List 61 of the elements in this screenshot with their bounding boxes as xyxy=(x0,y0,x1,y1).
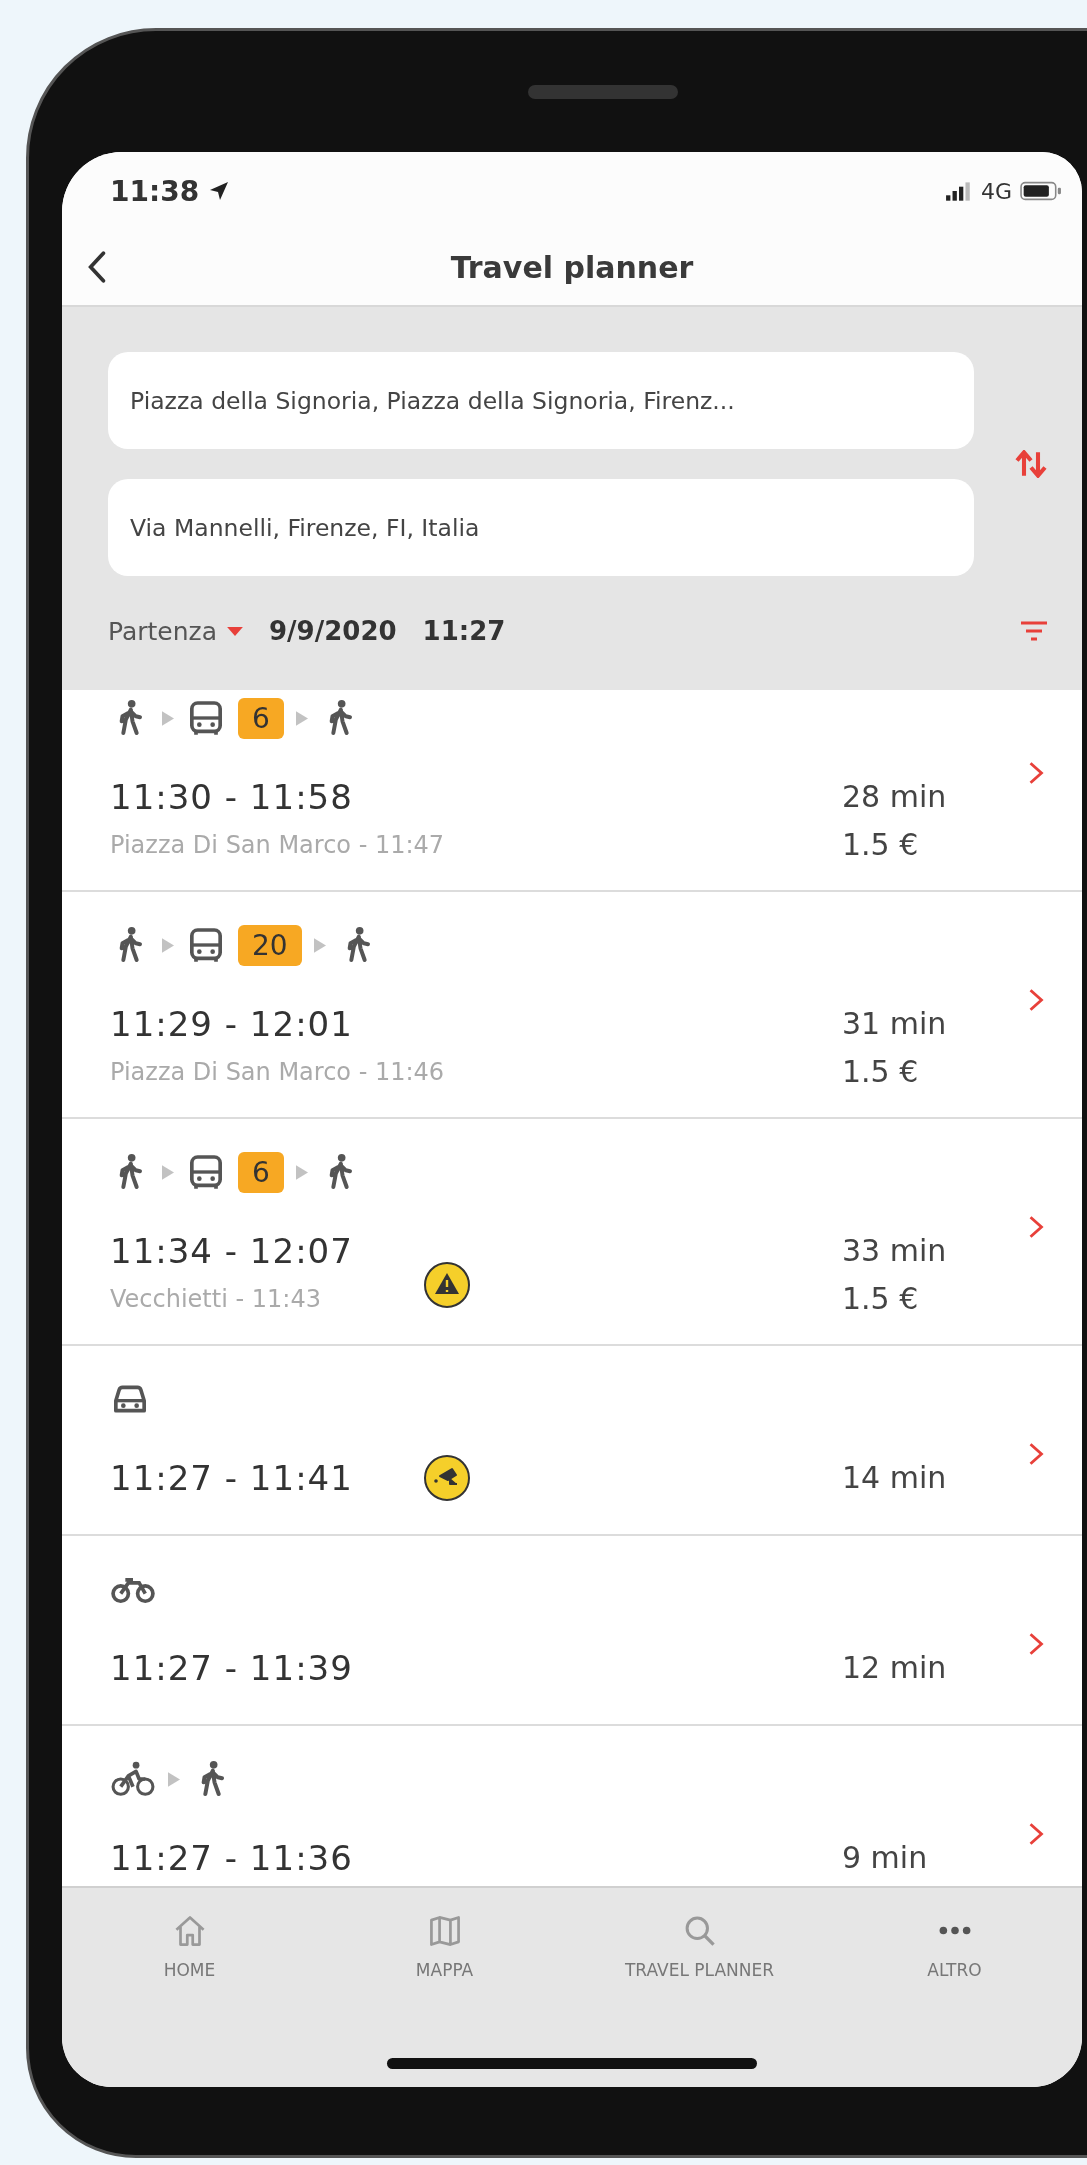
trip-duration: 33 min xyxy=(842,1232,948,1270)
filter-button[interactable] xyxy=(1018,619,1050,643)
route-times: 11:27 - 11:36 xyxy=(110,1837,353,1880)
route-times: 11:27 - 11:39 xyxy=(110,1647,353,1690)
destination-field[interactable]: Via Mannelli, Firenze, FI, Italia xyxy=(108,479,974,576)
speed-camera-icon xyxy=(422,1454,471,1502)
boarding-stop: Vecchietti - 11:43 xyxy=(110,1284,322,1314)
bus-line-badge: 20 xyxy=(238,924,302,966)
route-option[interactable]: 6 11:34 - 12:07 Vecchietti - 11:43 33 min 1.5 € xyxy=(62,1119,1082,1346)
leg-arrow-icon xyxy=(313,937,326,953)
chevron-right-icon xyxy=(1028,1442,1044,1466)
departure-mode-dropdown[interactable]: Partenza xyxy=(108,616,244,646)
leg-arrow-icon xyxy=(162,937,174,953)
route-times: 11:34 - 12:07 xyxy=(110,1230,353,1273)
leg-arrow-icon xyxy=(162,1164,174,1180)
screen-title: Travel planner xyxy=(450,250,694,285)
trip-duration: 14 min xyxy=(842,1459,948,1497)
route-times: 11:30 - 11:58 xyxy=(110,776,354,819)
caret-down-icon xyxy=(227,626,244,636)
ticket-price: 1.5 € xyxy=(842,1057,920,1087)
route-option[interactable]: 20 11:29 - 12:01 Piazza Di San Marco - 11:46 31 min 1.5 € xyxy=(62,892,1082,1119)
warning-icon xyxy=(422,1261,471,1309)
ticket-price: 1.5 € xyxy=(842,1284,920,1314)
trip-duration: 28 min xyxy=(842,778,948,816)
chevron-right-icon xyxy=(1028,761,1044,785)
leg-arrow-icon xyxy=(168,1771,180,1787)
network-type: 4G xyxy=(980,178,1012,204)
signal-icon xyxy=(944,180,973,202)
route-times: 11:27 - 11:41 xyxy=(110,1457,353,1500)
leg-arrow-icon xyxy=(295,1164,308,1180)
route-option[interactable]: 11:27 - 11:39 12 min xyxy=(62,1536,1082,1726)
bus-line-badge: 6 xyxy=(238,697,284,739)
origin-field[interactable]: Piazza della Signoria, Piazza della Signoria, Firenz... xyxy=(108,352,974,449)
battery-icon xyxy=(1020,180,1062,202)
chevron-right-icon xyxy=(1028,1632,1044,1656)
chevron-right-icon xyxy=(1028,988,1044,1012)
trip-duration: 9 min xyxy=(842,1839,929,1877)
cyclist-icon xyxy=(110,1759,156,1799)
boarding-stop: Piazza Di San Marco - 11:47 xyxy=(110,830,445,860)
route-option[interactable]: 11:27 - 11:41 14 min xyxy=(62,1346,1082,1536)
swap-button[interactable] xyxy=(1014,450,1048,478)
leg-arrow-icon xyxy=(295,710,308,726)
leg-arrow-icon xyxy=(162,710,174,726)
ticket-price: 1.5 € xyxy=(842,830,920,860)
chevron-right-icon xyxy=(1028,1822,1044,1846)
nav-tab[interactable]: MAPPA xyxy=(317,1912,572,1980)
nav-tab[interactable]: HOME xyxy=(62,1912,317,1980)
trip-duration: 31 min xyxy=(842,1005,948,1043)
route-times: 11:29 - 12:01 xyxy=(110,1003,354,1046)
trip-duration: 12 min xyxy=(842,1649,948,1687)
boarding-stop: Piazza Di San Marco - 11:46 xyxy=(110,1057,445,1087)
more-icon xyxy=(938,1926,971,1935)
departure-time[interactable]: 11:27 xyxy=(422,616,506,646)
speaker-grille-icon xyxy=(527,84,678,99)
bus-line-badge: 6 xyxy=(238,1151,284,1193)
departure-date[interactable]: 9/9/2020 xyxy=(269,616,397,646)
route-option[interactable]: 6 11:30 - 11:58 Piazza Di San Marco - 11:47 28 min 1.5 € xyxy=(62,690,1082,892)
nav-tab[interactable]: ALTRO xyxy=(827,1912,1082,1980)
chevron-right-icon xyxy=(1028,1215,1044,1239)
status-time: 11:38 xyxy=(110,174,200,208)
nav-tab[interactable]: TRAVEL PLANNER xyxy=(572,1912,827,1980)
